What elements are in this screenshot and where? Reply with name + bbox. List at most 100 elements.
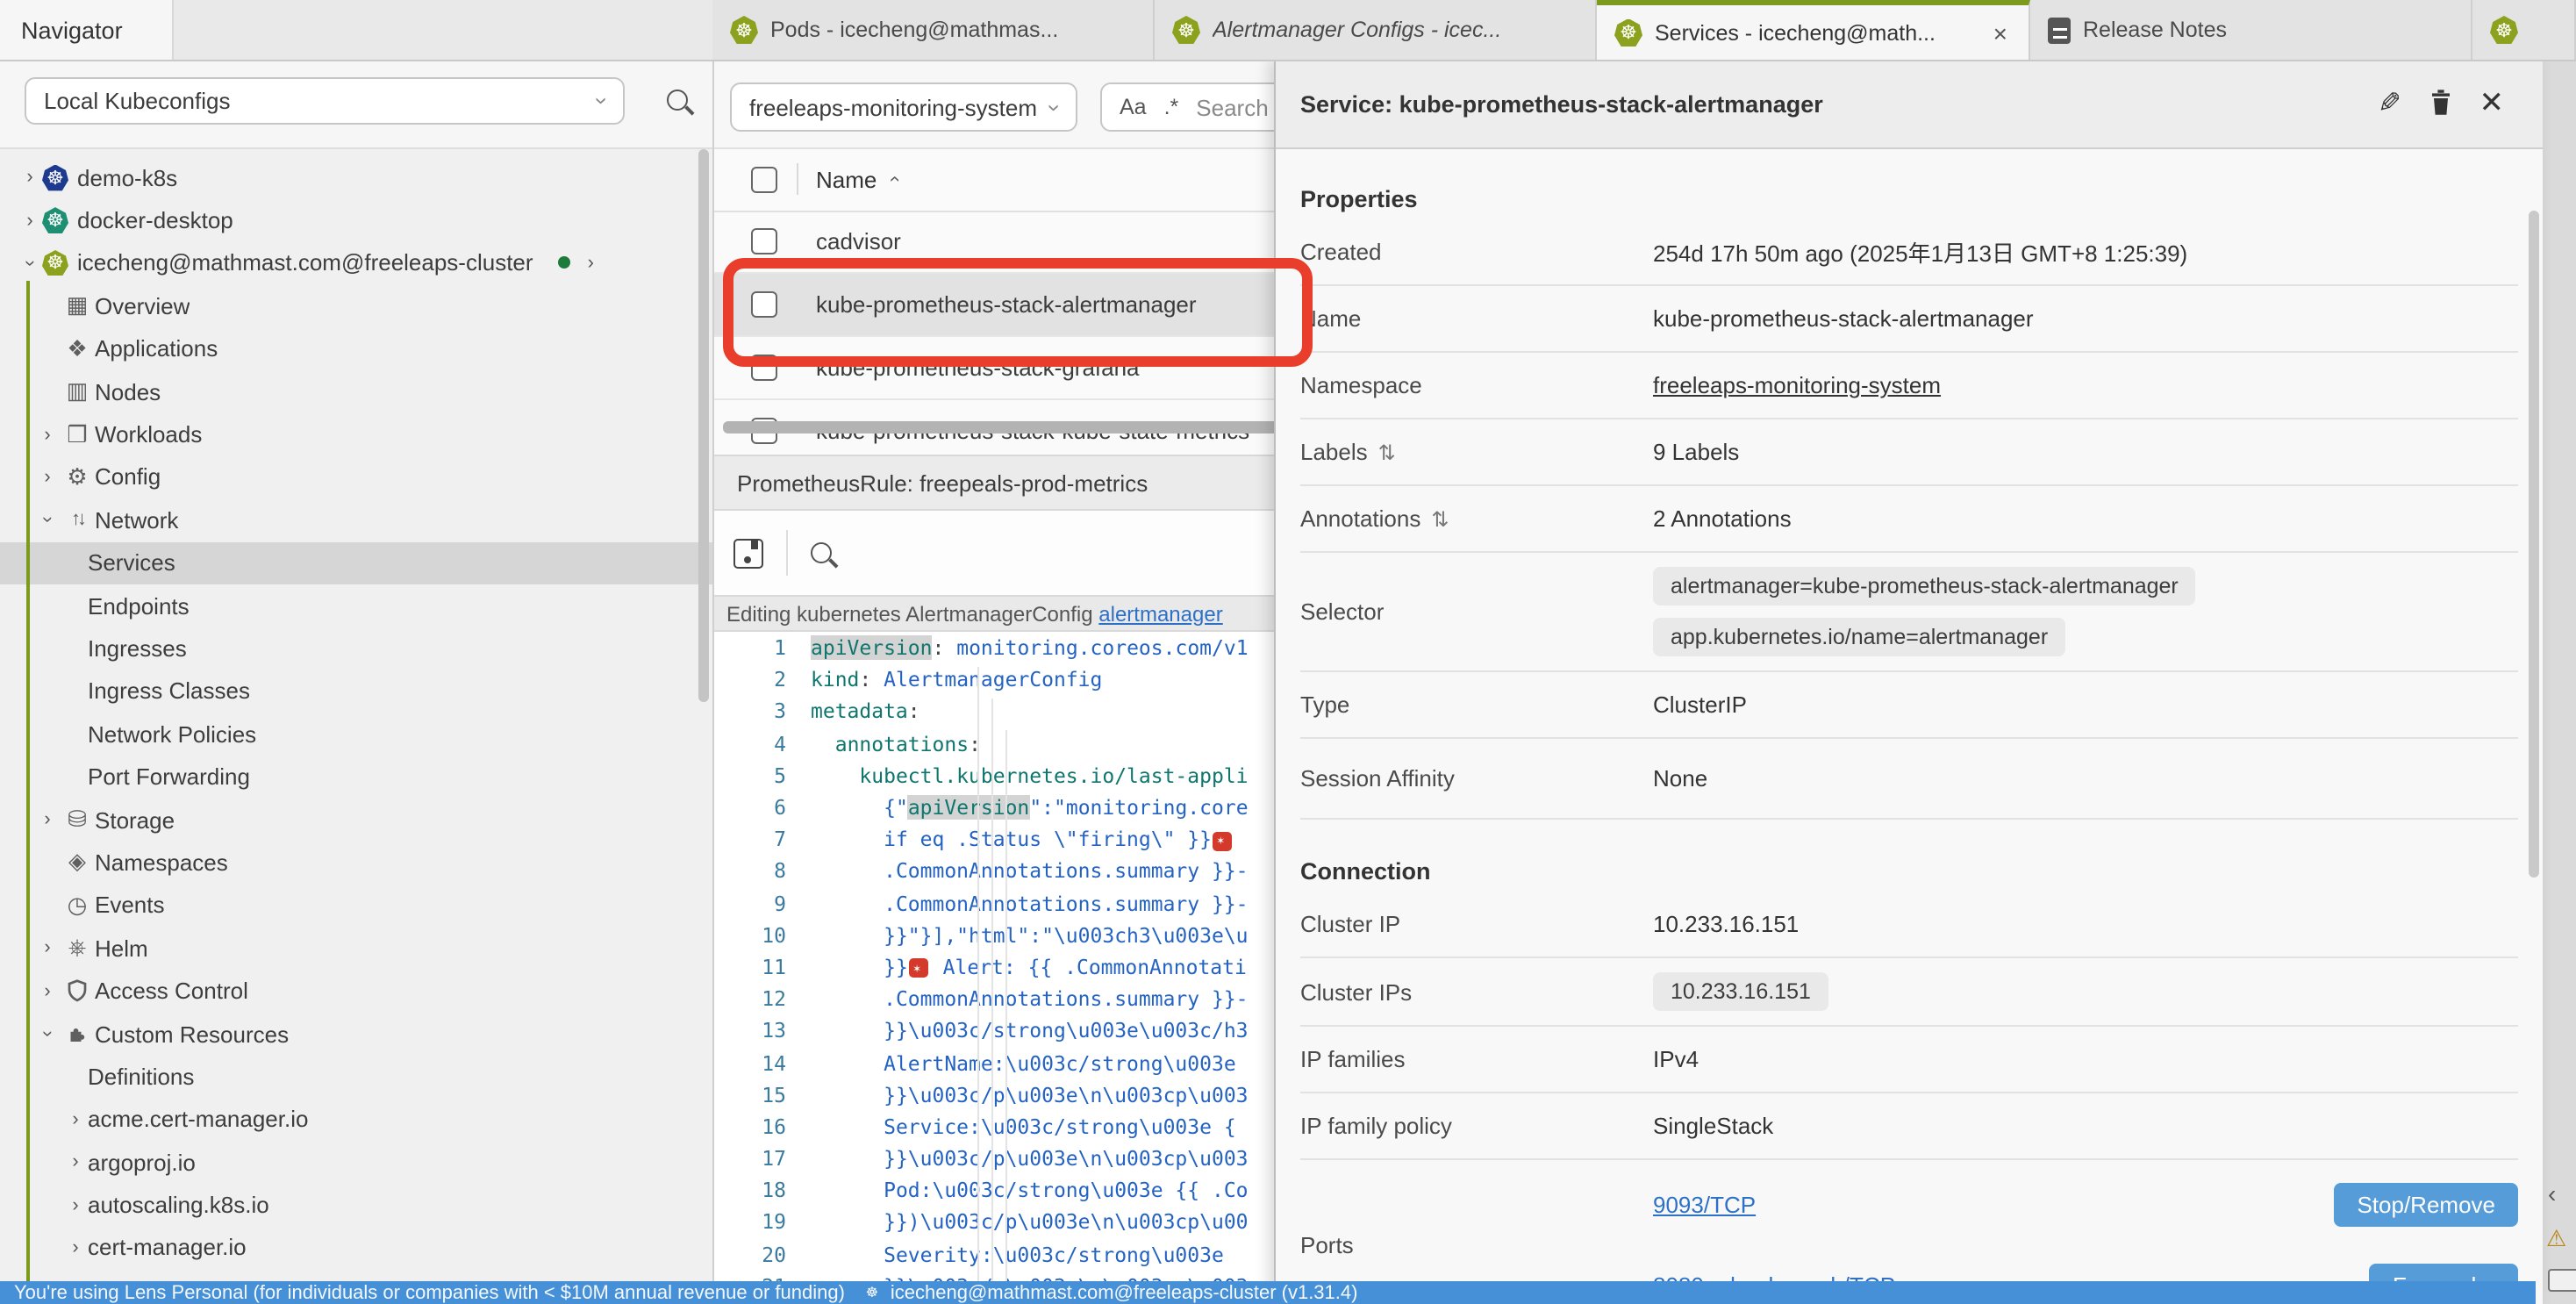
line-number: 1 — [714, 635, 811, 660]
sidebar-item-config[interactable]: ›⚙Config — [0, 455, 712, 498]
chevron-right-icon[interactable]: › — [63, 1109, 88, 1130]
sidebar-item-overview[interactable]: ▦Overview — [0, 284, 712, 327]
tab-navigator[interactable]: Navigator — [0, 0, 174, 60]
chevron-down-icon: › — [590, 97, 613, 105]
port-link-9093-tcp[interactable]: 9093/TCP — [1653, 1191, 1756, 1217]
dock-item[interactable] — [2548, 1269, 2576, 1292]
save-icon[interactable] — [733, 538, 763, 568]
select-all-checkbox[interactable] — [751, 166, 777, 192]
search-icon[interactable] — [667, 90, 688, 111]
kubeconfig-select[interactable]: Local Kubeconfigs › — [25, 77, 625, 125]
match-case-toggle[interactable]: Aa — [1120, 95, 1147, 119]
sort-arrows-icon[interactable]: ⇅ — [1431, 506, 1449, 531]
chevron-right-icon[interactable]: › — [63, 1194, 88, 1215]
sidebar-item-port-forwarding[interactable]: Port Forwarding — [0, 756, 712, 799]
chevron-right-icon[interactable]: › — [18, 210, 42, 231]
line-number: 13 — [714, 1019, 811, 1043]
sidebar-item-workloads[interactable]: ›❒Workloads — [0, 413, 712, 456]
edit-button[interactable]: ✎ — [2379, 86, 2402, 121]
sidebar-item-autoscaling-k8s-io[interactable]: ›autoscaling.k8s.io — [0, 1184, 712, 1227]
stop-remove-button[interactable]: Stop/Remove — [2334, 1182, 2518, 1226]
sidebar-item-access-control[interactable]: ›Access Control — [0, 970, 712, 1013]
chevron-right-icon[interactable]: › — [35, 980, 60, 1001]
sidebar-item-namespaces[interactable]: ◈Namespaces — [0, 842, 712, 885]
chevron-right-icon[interactable]: › — [35, 809, 60, 830]
namespace-link[interactable]: freeleaps-monitoring-system — [1653, 372, 1941, 398]
sidebar-item-label: Ingress Classes — [88, 678, 250, 705]
detail-row-ip-families: IP familiesIPv4 — [1300, 1027, 2518, 1093]
close-icon[interactable]: × — [1990, 18, 2011, 47]
sidebar-item-nodes[interactable]: ▥Nodes — [0, 370, 712, 413]
chevron-down-icon[interactable]: › — [37, 1021, 58, 1046]
sidebar-item-icecheng-mathmast-com-freeleaps-cluster[interactable]: ›☸icecheng@mathmast.com@freeleaps-cluste… — [0, 242, 712, 285]
sidebar-item-endpoints[interactable]: Endpoints — [0, 584, 712, 627]
chevron-right-icon[interactable]: › — [35, 467, 60, 488]
tab-pods[interactable]: ☸Pods - icecheng@mathmas... — [712, 0, 1155, 60]
line-number: 6 — [714, 795, 811, 820]
line-number: 4 — [714, 731, 811, 756]
chevron-right-icon[interactable]: › — [18, 167, 42, 188]
detail-value: kube-prometheus-stack-alertmanager — [1653, 305, 2034, 332]
delete-button[interactable] — [2429, 87, 2453, 120]
namespace-select[interactable]: freeleaps-monitoring-system › — [730, 82, 1077, 132]
sidebar-item-docker-desktop[interactable]: ›☸docker-desktop — [0, 199, 712, 242]
kubernetes-icon: ☸ — [1614, 18, 1642, 47]
collapse-chevron-icon[interactable]: ‹ — [2548, 1179, 2556, 1207]
column-header-name[interactable]: Name — [816, 166, 877, 192]
tab-alertmanager-configs[interactable]: ☸Alertmanager Configs - icec... — [1155, 0, 1597, 60]
detail-label: IP families — [1300, 1046, 1653, 1072]
chevron-right-icon[interactable]: › — [588, 253, 594, 274]
kubeconfig-select-value: Local Kubeconfigs — [44, 88, 231, 114]
chevron-right-icon[interactable]: › — [63, 1237, 88, 1258]
kubernetes-icon: ☸ — [42, 164, 68, 190]
service-name: cadvisor — [816, 228, 901, 254]
row-checkbox[interactable] — [751, 228, 777, 254]
warning-icon[interactable]: ⚠ — [2546, 1225, 2566, 1253]
sidebar-item-custom-resources[interactable]: ›Custom Resources — [0, 1013, 712, 1056]
sidebar-item-events[interactable]: ◷Events — [0, 884, 712, 927]
sidebar-item-network-policies[interactable]: Network Policies — [0, 713, 712, 756]
sidebar-item-acme-cert-manager-io[interactable]: ›acme.cert-manager.io — [0, 1098, 712, 1141]
close-button[interactable]: ✕ — [2479, 86, 2505, 121]
sidebar-item-network[interactable]: ›↑↓Network — [0, 498, 712, 541]
sidebar-item-label: Network — [95, 507, 178, 534]
chevron-down-icon[interactable]: › — [19, 251, 40, 276]
drawer-scrollbar[interactable] — [2529, 211, 2539, 878]
regex-toggle[interactable]: .* — [1164, 95, 1179, 119]
sidebar-item-demo-k8s[interactable]: ›☸demo-k8s — [0, 156, 712, 199]
code-token: annotations — [835, 731, 969, 756]
tab-overflow-tab[interactable]: ☸ — [2472, 0, 2576, 60]
editor-search-icon[interactable] — [811, 542, 832, 563]
sidebar-item-label: Endpoints — [88, 592, 190, 619]
sidebar-item-storage[interactable]: ›⛁Storage — [0, 799, 712, 842]
chevron-right-icon[interactable]: › — [63, 1151, 88, 1172]
chevron-right-icon[interactable]: › — [35, 424, 60, 445]
detail-label: Labels⇅ — [1300, 439, 1653, 465]
tab-release-notes[interactable]: Release Notes — [2030, 0, 2472, 60]
chevron-down-icon[interactable]: › — [37, 508, 58, 533]
search-placeholder: Search — [1196, 94, 1268, 120]
code-token: }}\u003c/p\u003e\n\u003cp\u003 — [884, 1082, 1248, 1107]
code-token: kind — [811, 668, 859, 692]
detail-row-cluster-ip: Cluster IP10.233.16.151 — [1300, 892, 2518, 958]
code-token: {" — [884, 795, 908, 820]
sort-arrows-icon[interactable]: ⇅ — [1378, 440, 1396, 464]
code-token: if eq .Status \"firing\" }} — [884, 827, 1212, 851]
sidebar-item-ingresses[interactable]: Ingresses — [0, 627, 712, 670]
kubeconfig-toolbar: Local Kubeconfigs › — [0, 60, 712, 149]
chevron-right-icon[interactable]: › — [35, 937, 60, 958]
code-token — [811, 986, 884, 1011]
sidebar-item-services[interactable]: Services — [0, 541, 712, 584]
sidebar-item-cert-manager-io[interactable]: ›cert-manager.io — [0, 1227, 712, 1270]
sidebar-item-definitions[interactable]: Definitions — [0, 1055, 712, 1098]
sidebar-item-argoproj-io[interactable]: ›argoproj.io — [0, 1141, 712, 1184]
sidebar-item-applications[interactable]: ❖Applications — [0, 327, 712, 370]
breadcrumb-resource-link[interactable]: alertmanager — [1098, 601, 1222, 626]
sidebar-item-ingress-classes[interactable]: Ingress Classes — [0, 670, 712, 713]
annotation-highlight-box — [723, 258, 1313, 367]
tab-services[interactable]: ☸Services - icecheng@math...× — [1597, 0, 2030, 60]
code-token — [811, 1146, 884, 1171]
sidebar-item-helm[interactable]: ›⎈Helm — [0, 927, 712, 970]
sidebar-scrollbar[interactable] — [698, 149, 709, 702]
port-line: 9093/TCP Stop/Remove — [1653, 1164, 2518, 1244]
